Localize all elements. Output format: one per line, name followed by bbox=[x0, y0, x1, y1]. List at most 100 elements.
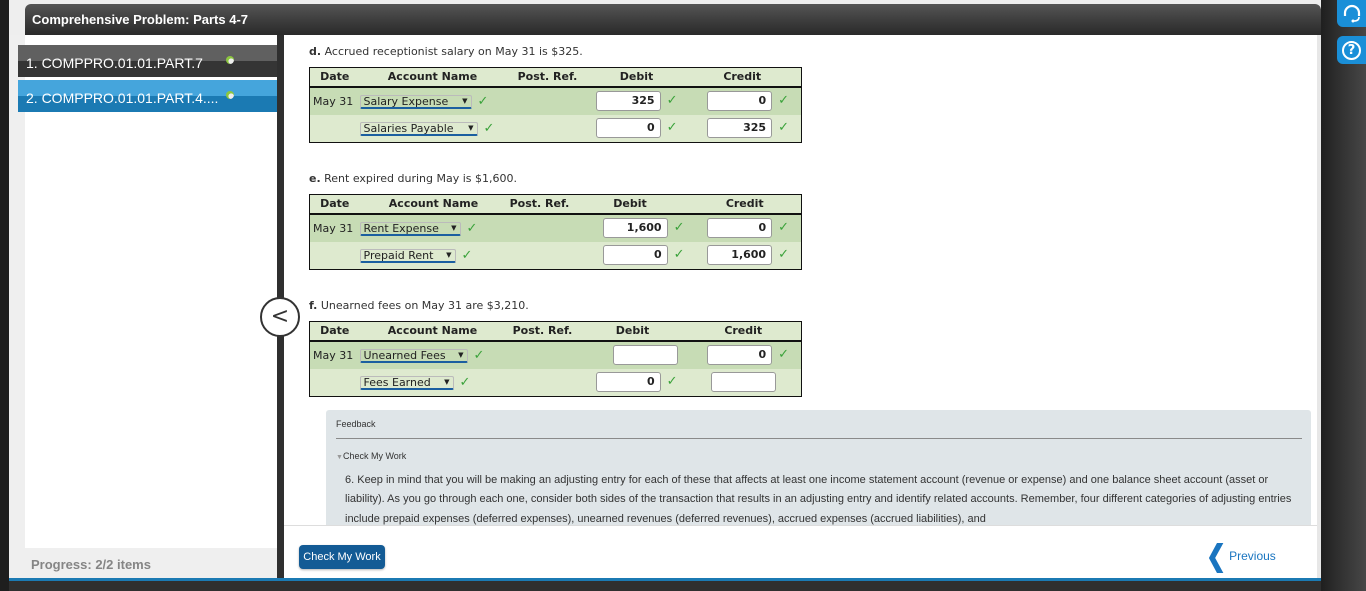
credit-input[interactable]: 0 bbox=[707, 91, 773, 111]
debit-input[interactable]: 325 bbox=[595, 91, 661, 111]
debit-input[interactable] bbox=[612, 345, 678, 365]
app-root: Comprehensive Problem: Parts 4-7 1. COMP… bbox=[0, 0, 1366, 591]
feedback-text: 6. Keep in mind that you will be making … bbox=[345, 474, 1292, 525]
check-icon: ✓ bbox=[461, 247, 473, 263]
question-footer: Check My Work ❮ Previous bbox=[284, 525, 1317, 578]
journal-row: May 31 Unearned Fees ▼ ✓ 0 ✓ bbox=[309, 340, 802, 369]
post-ref-cell bbox=[505, 114, 590, 143]
account-select[interactable]: Fees Earned ▼ bbox=[359, 375, 454, 390]
column-header-post-ref: Post. Ref. bbox=[507, 194, 572, 215]
check-my-work-button[interactable]: Check My Work bbox=[299, 545, 385, 569]
check-icon: ✓ bbox=[778, 93, 789, 108]
debit-cell: 325 ✓ bbox=[589, 86, 684, 115]
date-cell: May 31 bbox=[309, 213, 360, 242]
complete-status-icon bbox=[226, 91, 234, 99]
dropdown-arrow-icon: ▼ bbox=[468, 124, 474, 133]
right-panel bbox=[1321, 0, 1366, 591]
sidebar-item-part-7[interactable]: 1. COMPPRO.01.01.PART.7 bbox=[18, 45, 277, 77]
debit-input[interactable]: 0 bbox=[595, 118, 661, 139]
check-icon: ✓ bbox=[778, 220, 789, 235]
account-select-value: Prepaid Rent bbox=[363, 248, 434, 262]
dropdown-arrow-icon: ▼ bbox=[444, 378, 450, 387]
account-cell: Unearned Fees ▼ ✓ bbox=[359, 340, 506, 369]
account-select[interactable]: Salaries Payable ▼ bbox=[359, 121, 478, 136]
chevron-left-icon: ❮ bbox=[1206, 539, 1227, 573]
debit-cell: 0 ✓ bbox=[571, 241, 689, 270]
question-content: d. Accrued receptionist salary on May 31… bbox=[284, 35, 1317, 525]
support-button[interactable] bbox=[1337, 0, 1366, 27]
sidebar-item-label: 2. COMPPRO.01.01.PART.4.... bbox=[26, 90, 219, 106]
assignment-title: Comprehensive Problem: Parts 4-7 bbox=[25, 4, 1321, 35]
account-select-value: Rent Expense bbox=[363, 221, 439, 235]
column-header-credit: Credit bbox=[683, 67, 802, 88]
headset-icon bbox=[1343, 4, 1360, 22]
journal-table-d: Date Account Name Post. Ref. Debit Credi… bbox=[309, 67, 802, 143]
problem-text: Rent expired during May is $1,600. bbox=[324, 172, 517, 185]
chevron-left-icon: < bbox=[270, 304, 290, 329]
journal-row: Salaries Payable ▼ ✓ 0 ✓ 325 ✓ bbox=[309, 114, 802, 143]
problem-letter: f. bbox=[309, 299, 318, 312]
column-header-post-ref: Post. Ref. bbox=[505, 321, 580, 342]
journal-header-row: Date Account Name Post. Ref. Debit Credi… bbox=[309, 321, 802, 342]
account-select[interactable]: Salary Expense ▼ bbox=[359, 94, 472, 109]
journal-table-e: Date Account Name Post. Ref. Debit Credi… bbox=[309, 194, 802, 270]
column-header-debit: Debit bbox=[589, 67, 684, 88]
credit-input[interactable]: 325 bbox=[707, 118, 773, 139]
journal-header-row: Date Account Name Post. Ref. Debit Credi… bbox=[309, 194, 802, 215]
check-my-work-toggle[interactable]: ▼Check My Work bbox=[336, 451, 406, 461]
credit-input[interactable]: 0 bbox=[707, 218, 773, 238]
account-cell: Fees Earned ▼ ✓ bbox=[359, 368, 506, 397]
column-header-credit: Credit bbox=[688, 194, 802, 215]
credit-input[interactable] bbox=[711, 372, 776, 393]
journal-header-row: Date Account Name Post. Ref. Debit Credi… bbox=[309, 67, 802, 88]
account-select-value: Unearned Fees bbox=[363, 348, 446, 362]
date-cell bbox=[309, 241, 360, 270]
journal-row: May 31 Rent Expense ▼ ✓ 1,600 ✓ 0 ✓ bbox=[309, 213, 802, 242]
previous-button[interactable]: ❮ Previous bbox=[1206, 540, 1276, 572]
post-ref-cell bbox=[505, 368, 580, 397]
column-header-date: Date bbox=[309, 67, 360, 88]
credit-cell: 0 ✓ bbox=[683, 86, 802, 115]
journal-row: Fees Earned ▼ ✓ 0 ✓ bbox=[309, 368, 802, 397]
check-icon: ✓ bbox=[477, 93, 489, 109]
column-header-date: Date bbox=[309, 194, 360, 215]
check-icon: ✓ bbox=[483, 120, 495, 136]
problem-f-description: f. Unearned fees on May 31 are $3,210. bbox=[309, 299, 529, 312]
previous-label: Previous bbox=[1229, 549, 1276, 563]
credit-cell: 0 ✓ bbox=[685, 340, 802, 369]
progress-value: 2/2 items bbox=[95, 557, 151, 572]
credit-input[interactable]: 1,600 bbox=[707, 245, 773, 266]
column-header-account: Account Name bbox=[359, 321, 506, 342]
credit-cell bbox=[685, 368, 802, 397]
column-header-date: Date bbox=[309, 321, 360, 342]
account-select-value: Salary Expense bbox=[363, 94, 449, 108]
sidebar-item-part-4[interactable]: 2. COMPPRO.01.01.PART.4.... bbox=[18, 80, 277, 112]
help-button[interactable]: ? bbox=[1337, 36, 1366, 64]
column-header-account: Account Name bbox=[359, 67, 506, 88]
account-select[interactable]: Rent Expense ▼ bbox=[359, 221, 461, 236]
debit-input[interactable]: 0 bbox=[595, 372, 661, 393]
sidebar-gutter bbox=[9, 35, 25, 578]
problem-text: Unearned fees on May 31 are $3,210. bbox=[320, 299, 529, 312]
check-icon: ✓ bbox=[466, 220, 478, 236]
check-icon: ✓ bbox=[473, 347, 485, 363]
problem-letter: d. bbox=[309, 45, 322, 58]
column-header-debit: Debit bbox=[571, 194, 689, 215]
toggle-label: Check My Work bbox=[342, 451, 407, 461]
account-select-value: Salaries Payable bbox=[363, 121, 454, 135]
sidebar-item-label: 1. COMPPRO.01.01.PART.7 bbox=[26, 55, 203, 71]
date-cell: May 31 bbox=[309, 86, 360, 115]
collapse-sidebar-button[interactable]: < bbox=[260, 297, 300, 337]
credit-input[interactable]: 0 bbox=[707, 345, 773, 365]
left-edge bbox=[0, 0, 9, 591]
content-scrollbar[interactable] bbox=[1317, 35, 1321, 578]
progress-indicator: Progress: 2/2 items bbox=[9, 548, 277, 578]
account-select[interactable]: Prepaid Rent ▼ bbox=[359, 248, 456, 263]
date-cell: May 31 bbox=[309, 340, 360, 369]
check-icon: ✓ bbox=[673, 247, 685, 263]
debit-input[interactable]: 1,600 bbox=[602, 218, 668, 238]
account-select[interactable]: Unearned Fees ▼ bbox=[359, 348, 468, 363]
bottom-bar bbox=[9, 578, 1321, 591]
debit-input[interactable]: 0 bbox=[602, 245, 668, 266]
account-cell: Prepaid Rent ▼ ✓ bbox=[359, 241, 508, 270]
